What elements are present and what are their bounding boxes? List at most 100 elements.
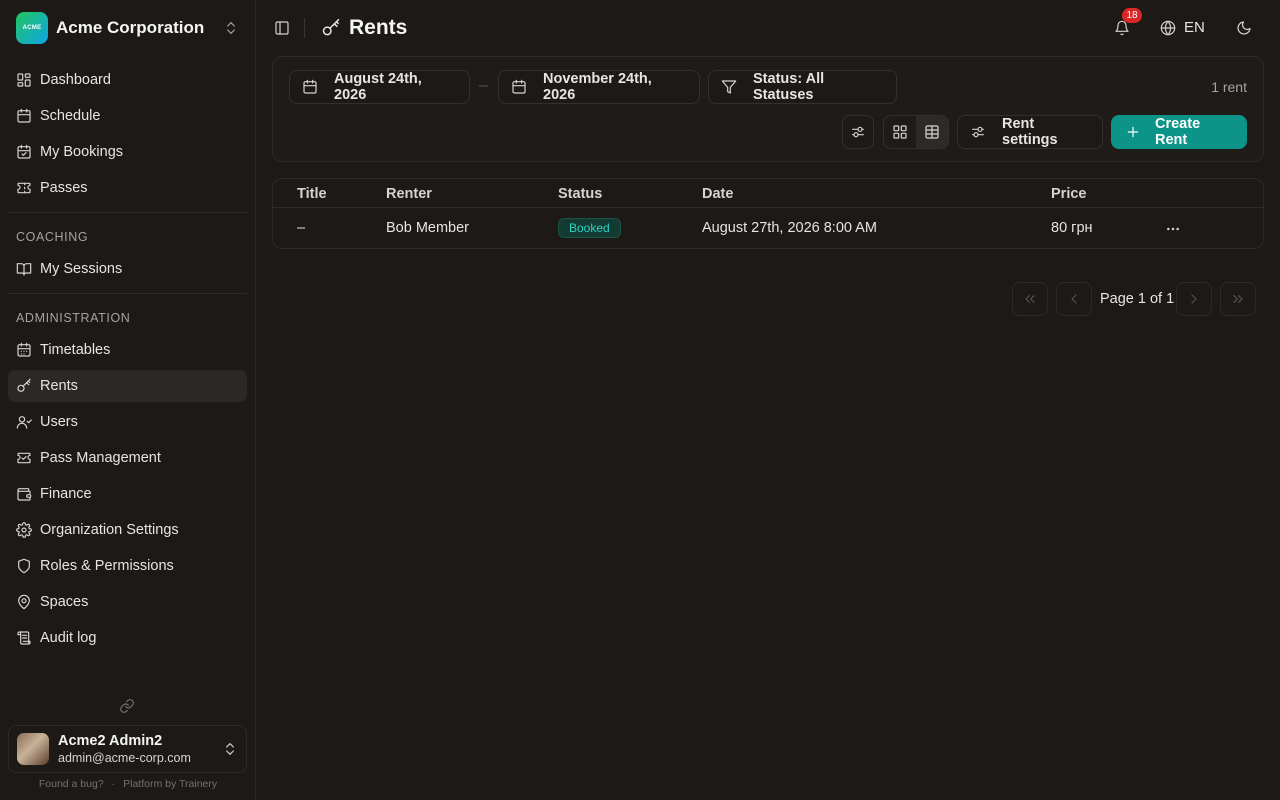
column-header-status[interactable]: Status (558, 186, 602, 202)
sidebar-divider (8, 212, 247, 213)
table-header: Title Renter Status Date Price (273, 179, 1263, 208)
grid-view-button[interactable] (884, 116, 916, 148)
sidebar-item-roles-permissions[interactable]: Roles & Permissions (8, 550, 247, 582)
key-icon (16, 378, 32, 394)
result-count: 1 rent (1211, 79, 1247, 95)
date-to-picker[interactable]: November 24th, 2026 (498, 70, 700, 104)
gear-icon (16, 522, 32, 538)
sidebar-item-label: Pass Management (40, 450, 161, 466)
date-from-picker[interactable]: August 24th, 2026 (289, 70, 470, 104)
notification-badge: 18 (1122, 8, 1142, 23)
sidebar-item-label: Organization Settings (40, 522, 179, 538)
sidebar-item-audit-log[interactable]: Audit log (8, 622, 247, 654)
sidebar-item-pass-management[interactable]: Pass Management (8, 442, 247, 474)
sidebar-item-label: Timetables (40, 342, 111, 358)
report-bug-link[interactable]: Found a bug? (39, 778, 104, 790)
next-page-button[interactable] (1176, 282, 1212, 316)
sidebar-item-spaces[interactable]: Spaces (8, 586, 247, 618)
previous-page-button[interactable] (1056, 282, 1092, 316)
page-title: Rents (349, 16, 408, 39)
sidebar-item-dashboard[interactable]: Dashboard (8, 64, 247, 96)
chevrons-right-icon (1230, 291, 1246, 307)
column-header-price[interactable]: Price (1051, 186, 1086, 202)
user-info: Acme2 Admin2 admin@acme-corp.com (58, 733, 222, 765)
wallet-icon (16, 486, 32, 502)
user-name: Acme2 Admin2 (58, 733, 163, 749)
user-menu[interactable]: Acme2 Admin2 admin@acme-corp.com (8, 725, 247, 773)
key-icon (321, 18, 341, 38)
footer-separator: · (111, 778, 116, 790)
sidebar-item-users[interactable]: Users (8, 406, 247, 438)
sidebar-item-label: Passes (40, 180, 88, 196)
sliders-icon (970, 124, 986, 140)
sidebar-item-my-sessions[interactable]: My Sessions (8, 253, 247, 285)
cell-renter: Bob Member (386, 220, 470, 236)
moon-icon[interactable] (1236, 20, 1252, 36)
status-badge: Booked (558, 218, 621, 238)
sidebar-item-finance[interactable]: Finance (8, 478, 247, 510)
last-page-button[interactable] (1220, 282, 1256, 316)
column-header-date[interactable]: Date (702, 186, 733, 202)
language-switcher[interactable]: EN (1160, 19, 1205, 36)
book-open-icon (16, 261, 32, 277)
chevrons-up-down-icon (222, 741, 238, 757)
create-rent-button[interactable]: Create Rent (1111, 115, 1247, 149)
page-indicator: Page 1 of 1 (1100, 291, 1175, 307)
calendar-days-icon (16, 342, 32, 358)
sidebar-item-label: Spaces (40, 594, 89, 610)
sidebar-item-label: Rents (40, 378, 78, 394)
column-header-title[interactable]: Title (297, 186, 327, 202)
plus-icon (1125, 124, 1141, 140)
avatar (17, 733, 49, 765)
section-label-administration: ADMINISTRATION (16, 311, 131, 325)
sidebar-item-passes[interactable]: Passes (8, 172, 247, 204)
more-horizontal-icon[interactable] (1165, 221, 1181, 237)
rent-settings-button[interactable]: Rent settings (957, 115, 1103, 149)
sidebar-toggle-icon[interactable] (274, 20, 290, 36)
link-icon[interactable] (119, 698, 135, 714)
org-logo: ACME (16, 12, 48, 44)
sidebar-item-rents[interactable]: Rents (8, 370, 247, 402)
globe-icon (1160, 20, 1176, 36)
sidebar-item-label: Finance (40, 486, 92, 502)
dashboard-icon (16, 72, 32, 88)
header-separator (304, 18, 305, 38)
calendar-icon (302, 79, 318, 95)
sidebar-item-label: Users (40, 414, 78, 430)
date-range-separator: – (479, 77, 488, 94)
sidebar-item-label: Schedule (40, 108, 101, 124)
create-rent-label: Create Rent (1155, 116, 1201, 148)
filter-icon (721, 79, 737, 95)
column-header-renter[interactable]: Renter (386, 186, 432, 202)
language-label: EN (1184, 19, 1205, 36)
cell-price: 80 грн (1051, 220, 1093, 236)
table-view-button[interactable] (916, 116, 948, 148)
status-filter-label: Status: All Statuses (753, 71, 825, 103)
status-filter[interactable]: Status: All Statuses (708, 70, 897, 104)
sidebar-item-organization-settings[interactable]: Organization Settings (8, 514, 247, 546)
sliders-icon (850, 124, 866, 140)
top-bar: Rents 18 EN (256, 0, 1280, 56)
table-row[interactable]: – Bob Member Booked August 27th, 2026 8:… (273, 208, 1263, 248)
filter-panel: August 24th, 2026 – November 24th, 2026 … (272, 56, 1264, 162)
column-settings-button[interactable] (842, 115, 874, 149)
ticket-icon (16, 180, 32, 196)
org-name: Acme Corporation (56, 18, 205, 37)
page-heading: Rents (321, 16, 407, 40)
sidebar-item-label: Audit log (40, 630, 97, 646)
view-toggle (883, 115, 949, 149)
sidebar-item-my-bookings[interactable]: My Bookings (8, 136, 247, 168)
cell-title: – (297, 220, 306, 236)
sidebar: ACME Acme Corporation Dashboard Schedule… (0, 0, 256, 800)
sidebar-footer: Found a bug? · Platform by Trainery (0, 778, 256, 790)
calendar-check-icon (16, 144, 32, 160)
sidebar-item-schedule[interactable]: Schedule (8, 100, 247, 132)
sidebar-item-timetables[interactable]: Timetables (8, 334, 247, 366)
cell-date: August 27th, 2026 8:00 AM (702, 220, 877, 236)
sidebar-item-label: Dashboard (40, 72, 111, 88)
grid-icon (892, 124, 908, 140)
platform-link[interactable]: Platform by Trainery (123, 778, 217, 790)
first-page-button[interactable] (1012, 282, 1048, 316)
org-switcher[interactable]: ACME Acme Corporation (8, 8, 247, 48)
ticket-icon (16, 450, 32, 466)
